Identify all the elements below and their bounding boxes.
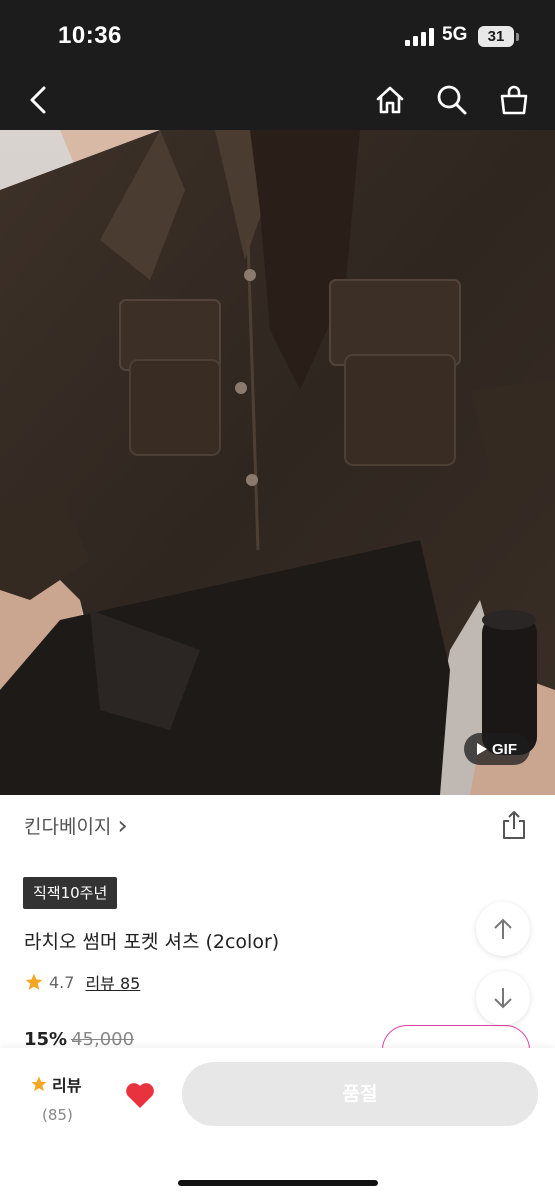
chevron-right-icon: › bbox=[117, 810, 128, 841]
price-row: 15% 45,000 bbox=[24, 1029, 134, 1050]
gif-play-button[interactable]: GIF bbox=[464, 733, 530, 765]
home-button[interactable] bbox=[372, 82, 408, 118]
review-link[interactable]: 리뷰 85 bbox=[85, 970, 140, 994]
star-icon bbox=[31, 1076, 47, 1092]
rating-row: 4.7 리뷰 85 bbox=[24, 970, 140, 994]
share-icon bbox=[503, 811, 525, 839]
search-icon bbox=[437, 85, 467, 115]
shopping-bag-icon bbox=[500, 85, 528, 115]
gif-label: GIF bbox=[492, 740, 517, 758]
brand-link[interactable]: 킨다베이지 › bbox=[24, 812, 128, 839]
soldout-button[interactable]: 품절 bbox=[182, 1062, 538, 1126]
product-photo-illustration bbox=[0, 130, 555, 795]
review-label: 리뷰 bbox=[52, 1076, 82, 1095]
top-nav-bar bbox=[0, 70, 555, 130]
home-icon bbox=[376, 86, 404, 114]
review-summary-button[interactable]: 리뷰 (85) bbox=[30, 1072, 81, 1124]
scroll-up-button[interactable] bbox=[476, 902, 530, 956]
original-price: 45,000 bbox=[71, 1029, 135, 1050]
heart-icon bbox=[126, 1083, 154, 1108]
battery-icon: 31 bbox=[478, 26, 514, 47]
signal-icon bbox=[405, 28, 434, 46]
arrow-up-icon bbox=[494, 918, 512, 939]
play-icon bbox=[477, 743, 487, 755]
scroll-down-button[interactable] bbox=[476, 971, 530, 1025]
home-indicator bbox=[178, 1180, 378, 1186]
product-title: 라치오 썸머 포켓 셔츠 (2color) bbox=[24, 931, 280, 953]
network-type: 5G bbox=[442, 24, 468, 45]
brand-name: 킨다베이지 bbox=[24, 816, 112, 838]
discount-rate: 15% bbox=[24, 1029, 68, 1050]
review-count: (85) bbox=[42, 1106, 73, 1124]
search-button[interactable] bbox=[434, 82, 470, 118]
star-icon bbox=[25, 973, 43, 990]
status-time: 10:36 bbox=[58, 22, 122, 49]
rating-score: 4.7 bbox=[49, 972, 75, 992]
battery-tip bbox=[516, 33, 519, 41]
review-summary-title: 리뷰 bbox=[30, 1072, 81, 1096]
cart-button[interactable] bbox=[496, 82, 532, 118]
promo-tag: 직잭10주년 bbox=[23, 877, 118, 909]
back-button[interactable] bbox=[20, 82, 56, 118]
share-button[interactable] bbox=[500, 810, 528, 840]
product-photo[interactable] bbox=[0, 130, 555, 795]
battery-level: 31 bbox=[487, 28, 505, 45]
status-bar: 10:36 5G 31 bbox=[0, 0, 555, 70]
like-button[interactable] bbox=[124, 1080, 156, 1110]
back-chevron-icon bbox=[30, 86, 46, 114]
arrow-down-icon bbox=[494, 988, 512, 1009]
